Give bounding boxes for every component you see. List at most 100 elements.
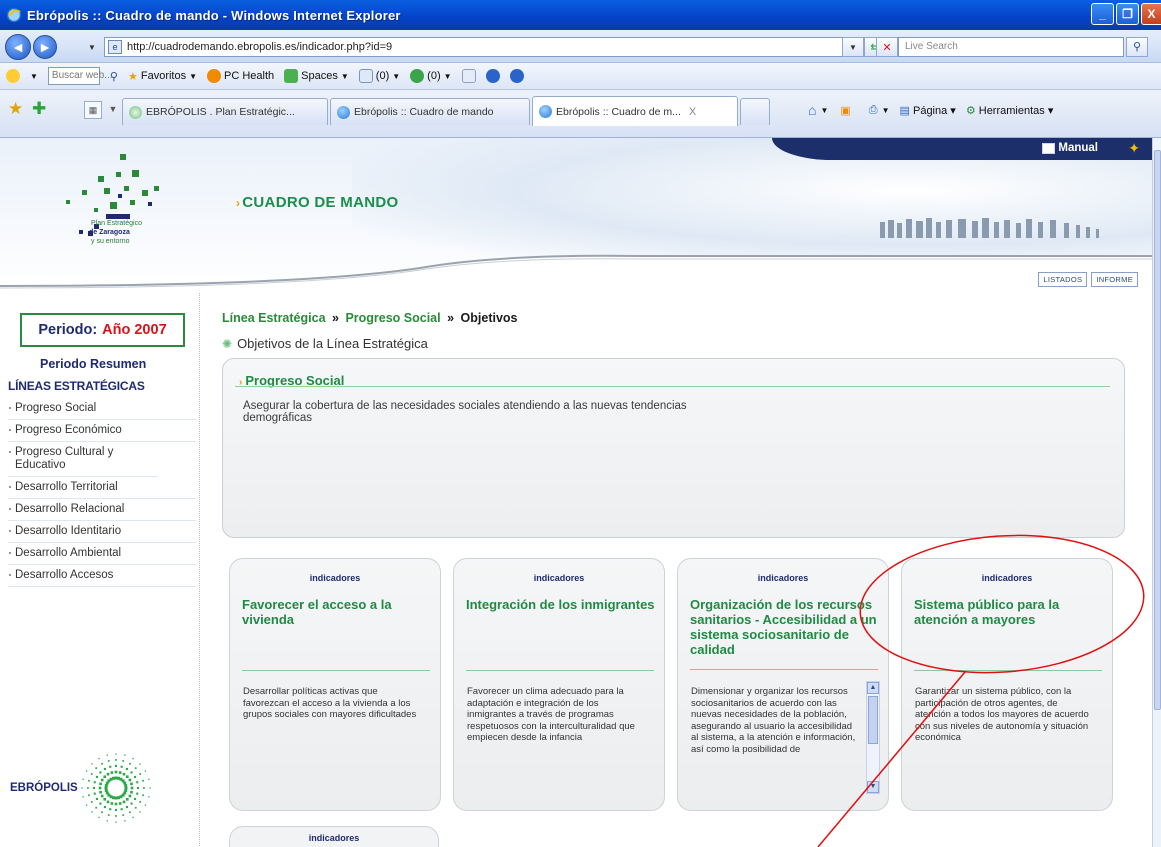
card-indicadores-link[interactable]: indicadores [902,573,1112,583]
forward-button[interactable]: ► [33,35,57,59]
informe-button[interactable]: INFORME [1091,272,1138,287]
address-bar: ◄ ► ▼ e http://cuadrodemando.ebropolis.e… [0,30,1161,63]
live-search-input[interactable]: Live Search [898,37,1124,57]
indicator-card-sanitarios[interactable]: indicadores Organización de los recursos… [677,558,889,811]
pc-health-menu[interactable]: PC Health [207,69,274,83]
indicator-card-mayores[interactable]: indicadores Sistema público para la aten… [901,558,1113,811]
card-description: Dimensionar y organizar los recursos soc… [691,686,856,755]
scroll-down-icon[interactable]: ▼ [867,781,879,793]
emblem-dot [103,798,106,801]
emblem-dot [115,759,117,761]
card-indicadores-link[interactable]: indicadores [230,573,440,583]
mail-count: (0) [375,70,390,82]
sidebar-item-desarrollo-territorial[interactable]: Desarrollo Territorial [8,477,196,499]
mail-menu[interactable]: (0) ▼ [358,69,400,83]
emblem-dot [143,787,145,789]
quick-tabs-icon[interactable]: ▦ [84,101,102,119]
sidebar-item-desarrollo-relacional[interactable]: Desarrollo Relacional [8,499,196,521]
tab-cuadro-active[interactable]: Ebrópolis :: Cuadro de m... X [532,96,738,126]
stop-icon: ✕ [882,41,892,54]
emblem-dot [85,770,88,772]
chevron-down-icon[interactable]: ▼ [820,106,828,115]
sidebar-item-progreso-social[interactable]: Progreso Social [8,398,196,420]
emblem-dot [103,806,106,809]
tab-label: Ebrópolis :: Cuadro de m... [556,105,681,118]
sidebar-item-desarrollo-ambiental[interactable]: Desarrollo Ambiental [8,543,196,565]
emblem-dot [99,771,102,774]
indicator-card-inmigrantes[interactable]: indicadores Integración de los inmigrant… [453,558,665,811]
card-description-scrollbar[interactable]: ▲ ▼ [866,681,880,794]
card-indicadores-link[interactable]: indicadores [454,573,664,583]
globe-icon[interactable] [485,69,500,83]
indicator-card-partial[interactable]: indicadores [229,826,439,847]
minimize-button[interactable]: _ [1091,3,1114,25]
scroll-up-icon[interactable]: ▲ [867,682,879,694]
emblem-dot [130,790,133,794]
chevron-down-icon[interactable]: ▼ [30,72,38,81]
web-search-input[interactable]: Buscar web... [47,67,113,85]
emblem-dot [118,771,122,774]
periodo-label: Periodo: [38,322,98,338]
tools-menu[interactable]: ⚙ Herramientas ▾ [966,104,1054,117]
listados-button[interactable]: LISTADOS [1038,272,1088,287]
tab-list-icon[interactable]: ▼ [104,101,122,119]
url-field[interactable]: e http://cuadrodemando.ebropolis.es/indi… [104,37,862,57]
tab-favicon-icon [539,105,552,118]
page-scrollbar[interactable] [1152,138,1161,847]
emblem-dot [114,764,117,767]
indicator-card-vivienda[interactable]: indicadores Favorecer el acceso a la viv… [229,558,441,811]
sidebar-item-progreso-economico[interactable]: Progreso Económico [8,420,196,442]
scroll-thumb[interactable] [868,696,878,744]
maximize-button[interactable]: ❐ [1116,3,1139,25]
feeds-icon[interactable] [461,69,476,83]
sidebar-item-progreso-cultural[interactable]: Progreso Cultural y Educativo [8,442,158,477]
sidebar-item-desarrollo-identitario[interactable]: Desarrollo Identitario [8,521,196,543]
star-icon: ★ [127,70,138,83]
emblem-dot [125,767,128,770]
home-icon[interactable]: ⌂ [808,102,816,118]
tab-close-icon[interactable]: X [689,106,696,118]
tab-label: Ebrópolis :: Cuadro de mando [354,106,494,118]
stop-button[interactable]: ✕ [876,37,898,57]
favorites-menu[interactable]: ★ Favoritos ▼ [128,70,197,83]
page-scroll-thumb[interactable] [1154,150,1161,710]
messenger-menu[interactable]: (0) ▼ [410,69,452,83]
close-button[interactable]: X [1141,3,1161,25]
emblem-dot [93,792,96,795]
search-icon[interactable]: ⚲ [110,70,118,83]
card-rule [914,670,1102,671]
tab-cuadro-de-mando[interactable]: Ebrópolis :: Cuadro de mando [330,98,530,125]
card-rule [242,670,430,671]
tab-ebropolis-plan[interactable]: EBRÓPOLIS . Plan Estratégic... [122,98,328,125]
emblem-dot [130,802,133,805]
periodo-resumen-link[interactable]: Periodo Resumen [40,357,146,371]
feeds-icon[interactable]: ▣ [840,104,850,117]
new-tab-button[interactable] [740,98,770,125]
ebropolis-brand[interactable]: EBRÓPOLIS [8,748,188,828]
periodo-selector[interactable]: Periodo: Año 2007 [20,313,185,347]
card-indicadores-link[interactable]: indicadores [678,573,888,583]
chevron-down-icon[interactable]: ▼ [882,106,890,115]
url-dropdown-button[interactable]: ▼ [842,37,864,57]
breadcrumb-linea[interactable]: Línea Estratégica [222,311,326,325]
help-icon[interactable] [509,69,524,83]
favorites-center-icon[interactable]: ★ [8,99,23,119]
history-dropdown-icon[interactable]: ▼ [88,43,96,52]
add-favorite-icon[interactable]: ✚ [32,99,46,119]
breadcrumb-sep: » [332,311,339,325]
back-button[interactable]: ◄ [5,34,31,60]
print-icon[interactable]: ⎙ [869,104,878,117]
logo-bullet [79,230,83,234]
card-indicadores-link[interactable]: indicadores [230,833,438,843]
web-page: Manual ✦ Plan Estratégico de Zaragoza y [0,138,1152,847]
title-arrow-icon: › [236,196,241,210]
manual-link[interactable]: Manual [1042,142,1098,154]
search-button[interactable]: ⚲ [1126,37,1148,57]
emblem-dot [132,816,134,819]
sidebar-item-desarrollo-accesos[interactable]: Desarrollo Accesos [8,565,196,587]
objective-description: Asegurar la cobertura de las necesidades… [243,400,687,424]
spaces-menu[interactable]: Spaces ▼ [284,69,349,83]
breadcrumb-progreso[interactable]: Progreso Social [345,311,440,325]
page-menu[interactable]: ▤ Página ▾ [900,104,956,117]
emblem-dot [114,802,118,806]
